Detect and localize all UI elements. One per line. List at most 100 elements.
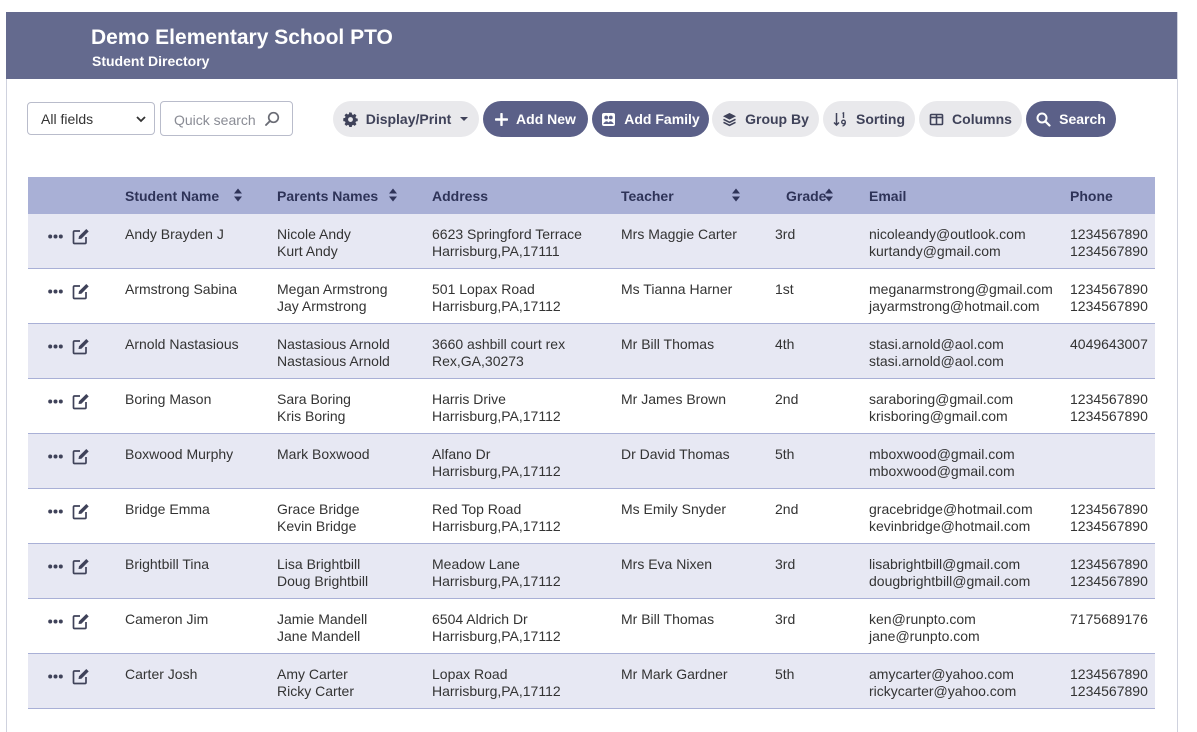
phone-text[interactable]: 1234567890 [1070,556,1148,573]
edit-icon[interactable] [72,613,90,630]
phone-text[interactable]: 1234567890 [1070,683,1148,700]
more-options-icon[interactable] [48,454,63,459]
email-text[interactable]: mboxwood@gmail.com [869,446,1015,463]
teacher-text: Mr Bill Thomas [621,611,715,627]
search-button[interactable]: Search [1026,101,1116,137]
email-text[interactable]: jane@runpto.com [869,628,980,645]
sort-icon[interactable] [388,187,398,203]
phone-text[interactable]: 4049643007 [1070,336,1148,353]
more-options-icon[interactable] [48,344,63,349]
teacher-text: Mrs Eva Nixen [621,556,713,572]
email-text[interactable]: krisboring@gmail.com [869,408,1013,425]
parent-text: Kurt Andy [277,243,338,259]
phone-text[interactable]: 1234567890 [1070,281,1148,298]
student-name-cell: Brightbill Tina [125,556,209,573]
more-options-icon[interactable] [48,509,63,514]
more-options-icon[interactable] [48,564,63,569]
more-options-icon[interactable] [48,289,63,294]
edit-icon[interactable] [72,228,90,245]
group-by-button[interactable]: Group By [712,101,819,137]
phone-text[interactable]: 1234567890 [1070,518,1148,535]
sort-icon[interactable] [824,187,834,203]
addr-text: Meadow Lane [432,556,520,572]
addr-text: Harris Drive [432,391,506,407]
email-text[interactable]: dougbrightbill@gmail.com [869,573,1030,590]
email-cell: lisabrightbill@gmail.com dougbrightbill@g… [869,556,1030,590]
column-header-parents-names[interactable]: Parents Names [277,188,378,204]
phone-text[interactable]: 1234567890 [1070,501,1148,518]
phone-text[interactable]: 1234567890 [1070,391,1148,408]
student-text: Boring Mason [125,391,212,407]
email-text[interactable]: stasi.arnold@aol.com [869,353,1004,370]
phone-text[interactable]: 1234567890 [1070,243,1148,260]
teacher-cell: Mr Bill Thomas [621,336,714,353]
quick-search-input[interactable] [162,103,272,136]
parent-text: Kevin Bridge [277,518,357,534]
more-options-icon[interactable] [48,619,63,624]
student-directory-table: Student Name Parents Names Address Teach… [28,177,1155,709]
email-text[interactable]: lisabrightbill@gmail.com [869,556,1030,573]
email-text[interactable]: ken@runpto.com [869,611,980,628]
add-new-button[interactable]: Add New [483,101,588,137]
parents-names-cell: Mark Boxwood [277,446,370,463]
edit-icon[interactable] [72,393,90,410]
address-cell: Lopax Road Harrisburg,PA,17112 [432,666,561,700]
parents-names-cell: Sara Boring Kris Boring [277,391,351,425]
email-text[interactable]: mboxwood@gmail.com [869,463,1015,480]
column-header-grade[interactable]: Grade [786,188,826,204]
phone-text[interactable]: 1234567890 [1070,408,1148,425]
email-text[interactable]: jayarmstrong@hotmail.com [869,298,1053,315]
quick-search[interactable] [160,101,293,136]
display-print-button[interactable]: Display/Print [333,101,479,137]
student-text: Arnold Nastasious [125,336,239,352]
edit-icon[interactable] [72,668,90,685]
parents-names-cell: Nastasious Arnold Nastasious Arnold [277,336,390,370]
more-options-icon[interactable] [48,399,63,404]
email-text[interactable]: kurtandy@gmail.com [869,243,1026,260]
email-text[interactable]: gracebridge@hotmail.com [869,501,1033,518]
edit-icon[interactable] [72,448,90,465]
phone-text[interactable]: 1234567890 [1070,573,1148,590]
email-text[interactable]: nicoleandy@outlook.com [869,226,1026,243]
edit-icon[interactable] [72,338,90,355]
phone-text[interactable]: 1234567890 [1070,298,1148,315]
column-header-student-name[interactable]: Student Name [125,188,219,204]
edit-icon[interactable] [72,283,90,300]
phone-cell: 4049643007 [1070,336,1148,353]
parent-text: Ricky Carter [277,683,355,699]
column-header-phone[interactable]: Phone [1070,188,1113,204]
column-header-address[interactable]: Address [432,188,488,204]
parent-text: Nastasious Arnold [277,353,390,369]
add-family-button[interactable]: Add Family [592,101,709,137]
field-select[interactable]: All fields [27,102,155,135]
addr-text: Harrisburg,PA,17111 [432,243,560,259]
column-header-teacher[interactable]: Teacher [621,188,674,204]
sort-icon[interactable] [731,187,741,203]
student-text: Brightbill Tina [125,556,210,572]
email-text[interactable]: kevinbridge@hotmail.com [869,518,1033,535]
email-cell: stasi.arnold@aol.com stasi.arnold@aol.com [869,336,1004,370]
email-text[interactable]: stasi.arnold@aol.com [869,336,1004,353]
email-text[interactable]: amycarter@yahoo.com [869,666,1016,683]
addr-text: Alfano Dr [432,446,491,462]
more-options-icon[interactable] [48,234,63,239]
student-name-cell: Boxwood Murphy [125,446,233,463]
phone-text[interactable]: 7175689176 [1070,611,1148,628]
columns-button[interactable]: Columns [919,101,1022,137]
email-cell: saraboring@gmail.com krisboring@gmail.com [869,391,1013,425]
search-icon[interactable] [264,111,280,127]
phone-text[interactable]: 1234567890 [1070,226,1148,243]
sorting-button[interactable]: Sorting [823,101,915,137]
edit-icon[interactable] [72,558,90,575]
email-text[interactable]: saraboring@gmail.com [869,391,1013,408]
email-text[interactable]: meganarmstrong@gmail.com [869,281,1053,298]
column-header-email[interactable]: Email [869,188,906,204]
edit-icon[interactable] [72,503,90,520]
more-options-icon[interactable] [48,674,63,679]
phone-text[interactable]: 1234567890 [1070,666,1148,683]
grade-cell: 4th [775,336,794,353]
teacher-text: Mr Mark Gardner [621,666,728,682]
sort-icon[interactable] [233,187,243,203]
email-text[interactable]: rickycarter@yahoo.com [869,683,1016,700]
addr-text: Lopax Road [432,666,508,682]
